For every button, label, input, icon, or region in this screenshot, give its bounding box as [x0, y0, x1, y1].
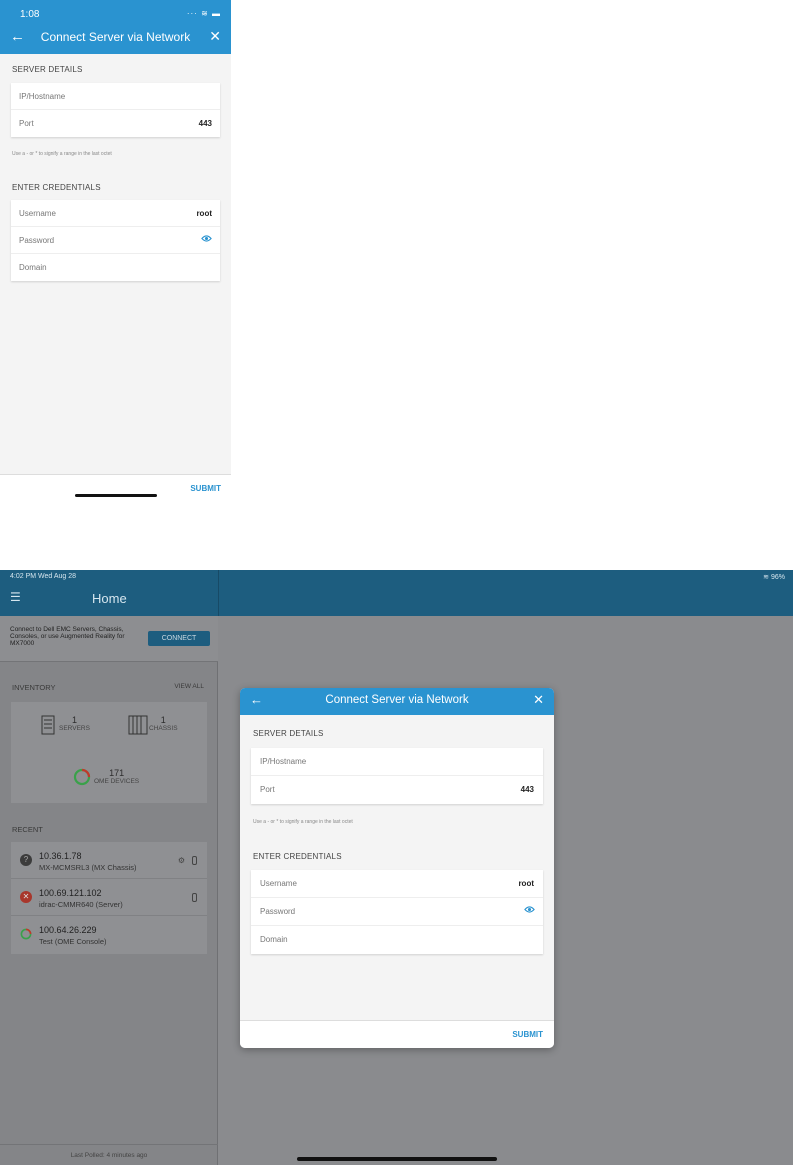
status-time: 1:08: [20, 9, 40, 20]
phone-screen: 1:08 ··· ≋ ▬ ← Connect Server via Networ…: [0, 0, 231, 506]
range-hint: Use a - or * to signify a range in the l…: [12, 151, 112, 157]
server-details-label: SERVER DETAILS: [12, 65, 83, 74]
chassis-caption: CHASSIS: [149, 725, 178, 732]
dialog-title: Connect Server via Network: [325, 694, 469, 706]
recent-name: MX-MCMSRL3 (MX Chassis): [39, 863, 137, 872]
field-label: IP/Hostname: [19, 92, 66, 101]
field-value: 443: [520, 785, 534, 794]
hamburger-menu-icon[interactable]: ☰: [10, 590, 21, 604]
credentials-card: Username root Password Domain: [11, 200, 220, 281]
server-details-card: IP/Hostname Port 443: [11, 83, 220, 137]
range-hint: Use a - or * to signify a range in the l…: [253, 819, 353, 825]
connect-server-modal: ← Connect Server via Network ✕ SERVER DE…: [240, 688, 554, 1048]
port-field[interactable]: Port 443: [251, 776, 543, 804]
recent-ip: 100.64.26.229: [39, 925, 97, 935]
ome-devices-count[interactable]: 171 OME DEVICES: [94, 768, 139, 785]
field-label: Port: [19, 119, 34, 128]
recent-item[interactable]: 100.64.26.229 Test (OME Console): [11, 916, 207, 953]
view-all-link[interactable]: VIEW ALL: [174, 683, 204, 690]
status-time: 4:02 PM Wed Aug 28: [10, 573, 77, 580]
last-polled: Last Polled: 4 minutes ago: [0, 1144, 218, 1165]
field-value: root: [196, 209, 212, 218]
server-details-label: SERVER DETAILS: [253, 729, 324, 738]
gear-icon[interactable]: ⚙: [178, 856, 185, 865]
servers-number: 1: [71, 715, 77, 725]
field-value: 443: [198, 119, 212, 128]
recent-item[interactable]: ? 10.36.1.78 MX-MCMSRL3 (MX Chassis) ⚙: [11, 842, 207, 879]
status-bar: 1:08 ··· ≋ ▬: [0, 0, 231, 22]
ip-hostname-field[interactable]: IP/Hostname: [251, 748, 543, 776]
ome-caption: OME DEVICES: [94, 778, 140, 785]
credentials-card: Username root Password Domain: [251, 870, 543, 954]
recent-item[interactable]: ✕ 100.69.121.102 idrac-CMMR640 (Server): [11, 879, 207, 916]
field-label: Password: [19, 236, 55, 245]
field-label: Domain: [260, 935, 288, 944]
eye-icon[interactable]: [201, 234, 212, 243]
submit-button[interactable]: SUBMIT: [512, 1030, 543, 1039]
submit-button[interactable]: SUBMIT: [190, 484, 221, 493]
domain-field[interactable]: Domain: [251, 926, 543, 954]
bluetooth-icon: [192, 893, 197, 902]
password-field[interactable]: Password: [11, 227, 220, 254]
connect-description: Connect to Dell EMC Servers, Chassis, Co…: [10, 626, 125, 647]
tablet-top-bar: 4:02 PM Wed Aug 28 ≋ 96% ☰ Home: [0, 570, 793, 616]
dialog-header: ← Connect Server via Network ✕: [0, 22, 231, 54]
home-indicator: [297, 1157, 497, 1161]
port-field[interactable]: Port 443: [11, 110, 220, 137]
chassis-number: 1: [160, 715, 166, 725]
servers-count[interactable]: 1 SERVERS: [59, 715, 90, 732]
sidebar: Connect to Dell EMC Servers, Chassis, Co…: [0, 616, 218, 1165]
field-label: Password: [260, 907, 296, 916]
close-icon[interactable]: ✕: [209, 28, 221, 45]
bluetooth-icon: [192, 856, 197, 865]
field-label: Username: [19, 209, 56, 218]
nav-title: Home: [92, 591, 127, 606]
dialog-footer: SUBMIT: [240, 1020, 554, 1048]
status-icons: ··· ≋ ▬: [186, 9, 221, 18]
servers-caption: SERVERS: [59, 725, 90, 732]
inventory-label: INVENTORY: [12, 683, 56, 692]
recent-name: Test (OME Console): [39, 937, 107, 946]
dialog-header: ← Connect Server via Network ✕: [240, 688, 554, 715]
ip-hostname-field[interactable]: IP/Hostname: [11, 83, 220, 110]
inventory-card: 1 SERVERS 1 CHASSIS 171 OME DEVICES: [11, 702, 207, 803]
username-field[interactable]: Username root: [11, 200, 220, 227]
server-details-card: IP/Hostname Port 443: [251, 748, 543, 804]
domain-field[interactable]: Domain: [11, 254, 220, 281]
connect-panel: Connect to Dell EMC Servers, Chassis, Co…: [0, 616, 218, 662]
field-value: root: [518, 879, 534, 888]
tablet-screen: 4:02 PM Wed Aug 28 ≋ 96% ☰ Home Connect …: [0, 570, 793, 1165]
ome-number: 171: [109, 768, 125, 778]
split-divider: [218, 570, 219, 616]
password-field[interactable]: Password: [251, 898, 543, 926]
field-label: Domain: [19, 263, 47, 272]
server-icon: [41, 715, 55, 735]
close-icon[interactable]: ✕: [533, 692, 544, 708]
eye-icon[interactable]: [524, 905, 535, 914]
recent-name: idrac-CMMR640 (Server): [39, 900, 123, 909]
username-field[interactable]: Username root: [251, 870, 543, 898]
unknown-status-icon: ?: [20, 854, 32, 866]
dialog-footer: SUBMIT: [0, 474, 231, 506]
field-label: Username: [260, 879, 297, 888]
recent-ip: 10.36.1.78: [39, 851, 82, 861]
ome-status-ring-icon: [73, 768, 91, 786]
recent-label: RECENT: [12, 825, 43, 834]
recent-ip: 100.69.121.102: [39, 888, 102, 898]
chassis-count[interactable]: 1 CHASSIS: [149, 715, 178, 732]
credentials-label: ENTER CREDENTIALS: [253, 852, 342, 861]
critical-status-icon: ✕: [20, 891, 32, 903]
recent-list: ? 10.36.1.78 MX-MCMSRL3 (MX Chassis) ⚙ ✕…: [11, 842, 207, 954]
dialog-title: Connect Server via Network: [40, 30, 191, 44]
chassis-icon: [128, 715, 148, 735]
battery-status: ≋ 96%: [763, 574, 785, 581]
field-label: Port: [260, 785, 275, 794]
home-indicator: [75, 494, 157, 497]
field-label: IP/Hostname: [260, 757, 307, 766]
credentials-label: ENTER CREDENTIALS: [12, 183, 101, 192]
connect-button[interactable]: CONNECT: [148, 631, 210, 646]
ome-status-ring-icon: [20, 928, 32, 940]
